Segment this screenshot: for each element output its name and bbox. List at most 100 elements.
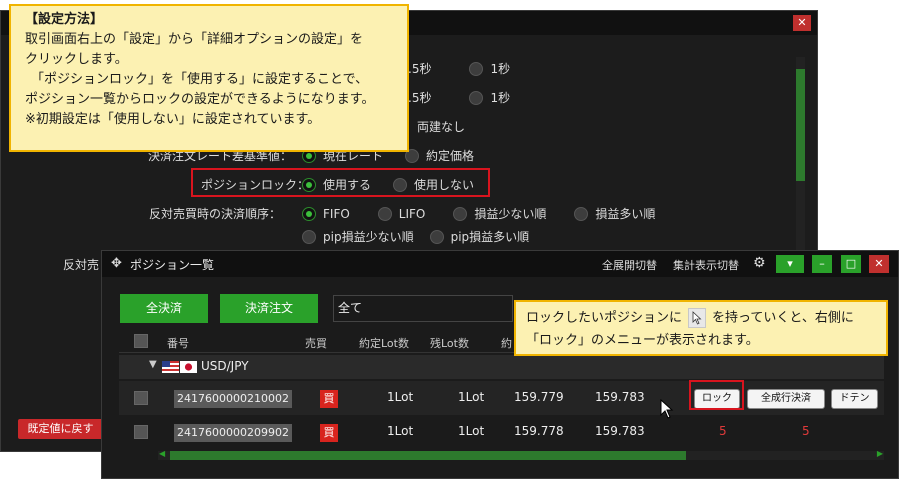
lock-button-highlight <box>689 380 744 410</box>
settle-order-row-2: pip損益少ない順 pip損益多い順 <box>302 228 551 245</box>
radio-icon[interactable] <box>302 229 316 244</box>
hand-cursor-icon <box>688 308 707 328</box>
price-b: 159.783 <box>595 390 645 404</box>
row1-option-a-label: .5秒 <box>408 62 432 76</box>
scroll-left-icon[interactable]: ◀ <box>159 449 165 458</box>
callout-text-after: を持っていくと、右側に <box>712 310 854 326</box>
settle-order-option-label: 損益多い順 <box>595 207 656 221</box>
mouse-pointer-icon <box>660 399 674 419</box>
row3-option-b-label[interactable]: 両建なし <box>417 118 465 135</box>
settle-order-option-label: LIFO <box>398 206 426 221</box>
horizontal-scrollbar-thumb[interactable] <box>170 451 686 460</box>
panel-titlebar: ✥ ポジション一覧 全展開切替 集計表示切替 ⚙ ▾ – □ ✕ <box>102 251 898 277</box>
settle-order-option-small-pl[interactable]: 損益少ない順 <box>453 205 546 222</box>
filled-lot: 1Lot <box>387 424 414 438</box>
row2-option-a-label: .5秒 <box>408 91 432 105</box>
panel-close-button[interactable]: ✕ <box>869 255 889 273</box>
position-list-panel: ✥ ポジション一覧 全展開切替 集計表示切替 ⚙ ▾ – □ ✕ 全決済 決済注… <box>101 250 899 479</box>
settle-order-option-large-pl[interactable]: 損益多い順 <box>574 205 655 222</box>
pl-value-a: 5 <box>719 424 727 438</box>
settle-order-button[interactable]: 決済注文 <box>220 294 318 323</box>
setting-row-3: 両建なし <box>417 118 465 135</box>
side-badge: 買 <box>320 424 338 442</box>
radio-icon[interactable] <box>469 61 484 76</box>
callout-line: 「ポジションロック」を「使用する」に設定することで、 <box>31 72 369 87</box>
callout-title: 【設定方法】 <box>25 12 104 27</box>
row2-option-b[interactable]: 1秒 <box>469 89 510 106</box>
close-all-button[interactable]: 全決済 <box>120 294 208 323</box>
dialog-close-button[interactable]: ✕ <box>793 15 811 31</box>
row2-option-b-label: 1秒 <box>490 91 511 105</box>
scroll-right-icon[interactable]: ▶ <box>877 449 883 458</box>
radio-icon[interactable] <box>377 206 392 221</box>
us-flag-icon <box>162 361 179 373</box>
price-a: 159.778 <box>514 424 564 438</box>
summary-toggle-link[interactable]: 集計表示切替 <box>673 257 739 273</box>
settle-order-option-lifo[interactable]: LIFO <box>377 206 426 221</box>
row-checkbox[interactable] <box>134 391 148 405</box>
column-header-side: 売買 <box>305 337 327 350</box>
jp-flag-icon <box>180 361 197 373</box>
maximize-button[interactable]: □ <box>841 255 861 273</box>
gear-icon[interactable]: ⚙ <box>753 255 766 271</box>
column-header-id: 番号 <box>167 337 189 350</box>
table-row[interactable]: 2417600000209902 買 1Lot 1Lot 159.778 159… <box>119 415 884 449</box>
position-id: 2417600000210002 <box>174 390 292 408</box>
price-b: 159.783 <box>595 424 645 438</box>
horizontal-scrollbar[interactable]: ◀ ▶ <box>158 449 884 460</box>
radio-icon[interactable] <box>453 206 468 221</box>
radio-icon[interactable] <box>429 229 444 244</box>
radio-selected-icon[interactable] <box>302 206 316 221</box>
callout-line: ※初期設定は「使用しない」に設定されています。 <box>25 112 321 127</box>
callout-line: 取引画面右上の「設定」から「詳細オプションの設定」を <box>25 32 364 47</box>
remaining-lot: 1Lot <box>458 390 485 404</box>
position-lock-highlight <box>191 168 490 197</box>
expand-arrow-icon[interactable]: ▼ <box>149 359 157 370</box>
settle-order-option-label: pip損益多い順 <box>450 230 530 244</box>
remaining-lot: 1Lot <box>458 424 485 438</box>
panel-title: ポジション一覧 <box>130 258 215 272</box>
filled-lot: 1Lot <box>387 390 414 404</box>
minimize-button[interactable]: – <box>812 255 832 273</box>
doten-button[interactable]: ドテン <box>831 389 878 409</box>
radio-icon[interactable] <box>574 206 589 221</box>
settle-order-option-label: FIFO <box>323 206 350 221</box>
currency-pair-label: USD/JPY <box>201 359 249 373</box>
pl-value-b: 5 <box>802 424 810 438</box>
select-all-checkbox[interactable] <box>134 334 148 348</box>
reset-defaults-button[interactable]: 既定値に戻す <box>18 419 103 439</box>
table-row[interactable]: 2417600000210002 買 1Lot 1Lot 159.779 159… <box>119 381 884 415</box>
move-icon[interactable]: ✥ <box>111 256 122 271</box>
radio-icon[interactable] <box>469 90 484 105</box>
market-close-button[interactable]: 全成行決済 <box>747 389 825 409</box>
callout-text-before: ロックしたいポジションに <box>526 310 683 326</box>
row1-option-b[interactable]: 1秒 <box>469 60 510 77</box>
window-menu-button[interactable]: ▾ <box>776 255 804 273</box>
callout-line: 「ロック」のメニューが表示されます。 <box>526 332 759 348</box>
partial-setting-row: 反対売 <box>63 256 99 273</box>
dialog-scrollbar-thumb[interactable] <box>796 69 805 181</box>
callout-line: ポジション一覧からロックの設定ができるようになります。 <box>25 92 375 107</box>
settle-order-option-small-pip[interactable]: pip損益少ない順 <box>302 228 414 245</box>
position-id: 2417600000209902 <box>174 424 292 442</box>
settle-order-label: 反対売買時の決済順序： <box>149 207 282 221</box>
price-a: 159.779 <box>514 390 564 404</box>
row-checkbox[interactable] <box>134 425 148 439</box>
settle-order-row: 反対売買時の決済順序： FIFO LIFO 損益少ない順 損益多い順 <box>149 205 677 222</box>
currency-group-row[interactable]: ▼ USD/JPY <box>119 355 884 379</box>
lock-menu-callout: ロックしたいポジションに を持っていくと、右側に 「ロック」のメニューが表示されま… <box>514 300 888 356</box>
callout-line: クリックします。 <box>25 52 128 67</box>
settle-order-option-large-pip[interactable]: pip損益多い順 <box>429 228 530 245</box>
settle-order-option-fifo[interactable]: FIFO <box>302 206 350 221</box>
setting-row-2: .5秒 1秒 <box>408 89 532 106</box>
setup-instructions-callout: 【設定方法】 取引画面右上の「設定」から「詳細オプションの設定」を クリックしま… <box>9 4 409 152</box>
column-header-filled-lot: 約定Lot数 <box>359 337 409 350</box>
row1-option-b-label: 1秒 <box>490 62 511 76</box>
column-header-remaining-lot: 残Lot数 <box>430 337 469 350</box>
expand-toggle-link[interactable]: 全展開切替 <box>602 257 657 273</box>
settle-order-option-label: 損益少ない順 <box>474 207 547 221</box>
partial-setting-label: 反対売 <box>63 258 100 272</box>
side-badge: 買 <box>320 390 338 408</box>
settle-rate-option-fill[interactable]: 約定価格 <box>405 147 474 164</box>
currency-filter-select[interactable]: 全て <box>333 295 513 322</box>
